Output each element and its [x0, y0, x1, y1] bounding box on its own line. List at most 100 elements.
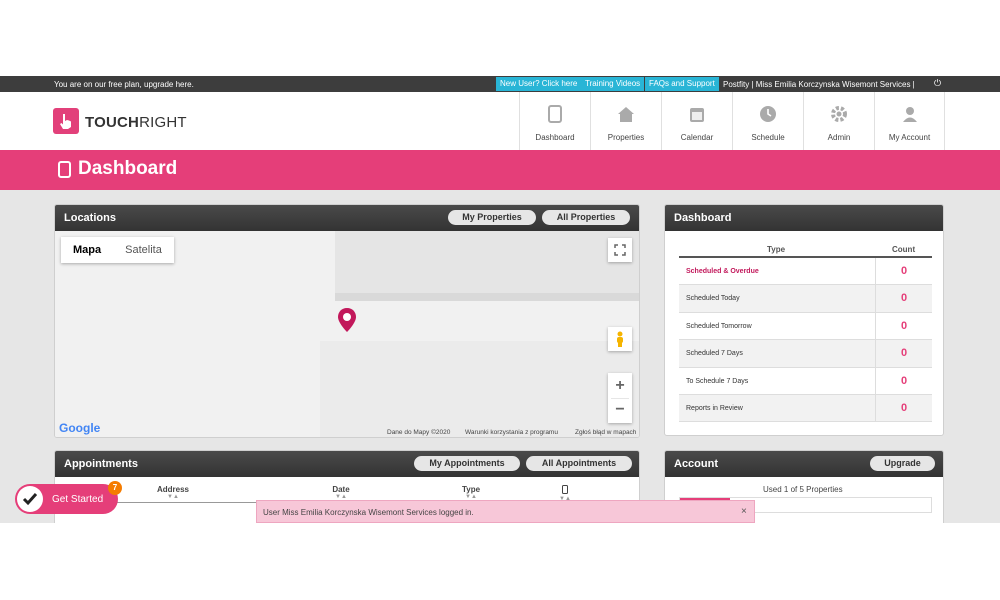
upgrade-button[interactable]: Upgrade	[870, 456, 935, 471]
map-road	[335, 293, 639, 301]
upgrade-link[interactable]: You are on our free plan, upgrade here.	[54, 80, 194, 89]
nav-label: Schedule	[751, 133, 785, 142]
row-count[interactable]: 0	[875, 367, 932, 394]
get-started-label: Get Started	[52, 494, 104, 505]
nav-label: Properties	[607, 133, 645, 142]
nav-my-account[interactable]: My Account	[874, 92, 945, 150]
col-address[interactable]: Address ▼▲	[153, 485, 193, 501]
row-type: Scheduled Tomorrow	[686, 322, 752, 330]
all-appointments-button[interactable]: All Appointments	[526, 456, 632, 471]
training-videos-button[interactable]: Training Videos	[581, 77, 645, 91]
table-row[interactable]: Scheduled & Overdue 0	[679, 258, 932, 286]
login-toast: User Miss Emilia Korczynska Wisemont Ser…	[256, 500, 755, 523]
col-count: Count	[892, 245, 916, 254]
calendar-icon	[662, 104, 732, 124]
map-terms-link[interactable]: Warunki korzystania z programu	[465, 429, 558, 436]
fullscreen-icon[interactable]	[608, 238, 632, 262]
nav-label: Admin	[827, 133, 851, 142]
locations-header: Locations My Properties All Properties	[55, 205, 639, 231]
notification-badge: 7	[108, 481, 122, 495]
nav-properties[interactable]: Properties	[590, 92, 661, 150]
street-view-icon[interactable]	[608, 327, 632, 351]
app-window: You are on our free plan, upgrade here. …	[0, 76, 1000, 523]
row-count[interactable]: 0	[875, 285, 932, 312]
appointments-header: Appointments My Appointments All Appoint…	[55, 451, 639, 477]
table-row[interactable]: Scheduled 7 Days 0	[679, 340, 932, 368]
clock-icon	[733, 104, 803, 124]
user-icon	[875, 104, 944, 124]
faq-support-button[interactable]: FAQs and Support	[645, 77, 719, 91]
table-row[interactable]: To Schedule 7 Days 0	[679, 367, 932, 395]
logo[interactable]: TOUCHRIGHT	[53, 108, 193, 136]
map-type-toggle: Mapa Satelita	[61, 237, 174, 263]
main-nav: Dashboard Properties Calendar Schedule A…	[519, 92, 945, 150]
gear-icon	[804, 104, 874, 124]
get-started-button[interactable]: Get Started 7	[15, 481, 122, 514]
account-header: Account Upgrade	[665, 451, 943, 477]
col-type: Type	[767, 245, 786, 254]
zoom-in-icon[interactable]: +	[615, 373, 624, 398]
toast-message: User Miss Emilia Korczynska Wisemont Ser…	[263, 508, 474, 517]
page-title: Dashboard	[78, 158, 178, 179]
user-info[interactable]: Postfity | Miss Emilia Korczynska Wisemo…	[723, 80, 915, 89]
tablet-icon	[562, 485, 568, 494]
map-data-credit: Dane do Mapy ©2020	[387, 429, 451, 436]
touch-hand-icon	[53, 108, 79, 134]
locations-title: Locations	[64, 212, 116, 224]
zoom-out-icon[interactable]: −	[611, 398, 629, 423]
col-type[interactable]: Type ▼▲	[451, 485, 491, 501]
col-date[interactable]: Date ▼▲	[321, 485, 361, 501]
sort-icon[interactable]: ▼▲	[153, 494, 193, 501]
top-bar: You are on our free plan, upgrade here. …	[0, 76, 1000, 92]
usage-text: Used 1 of 5 Properties	[763, 485, 843, 494]
brand-name: TOUCHRIGHT	[85, 114, 187, 131]
row-count[interactable]: 0	[875, 394, 932, 422]
nav-calendar[interactable]: Calendar	[661, 92, 732, 150]
nav-dashboard[interactable]: Dashboard	[519, 92, 590, 150]
my-properties-button[interactable]: My Properties	[448, 210, 536, 225]
map-area	[320, 341, 639, 437]
row-type: Scheduled & Overdue	[686, 268, 759, 275]
table-row[interactable]: Reports in Review 0	[679, 394, 932, 423]
tablet-icon	[58, 161, 71, 183]
nav-label: Dashboard	[535, 133, 575, 142]
all-properties-button[interactable]: All Properties	[542, 210, 630, 225]
map-area	[335, 231, 639, 293]
map-pin-icon[interactable]	[337, 307, 357, 333]
dashboard-table: Type Count Scheduled & Overdue 0 Schedule…	[679, 241, 932, 423]
my-appointments-button[interactable]: My Appointments	[414, 456, 520, 471]
locations-panel: Locations My Properties All Properties M…	[54, 204, 640, 438]
row-type: Scheduled Today	[686, 295, 740, 303]
power-icon[interactable]: ⏻	[934, 78, 941, 89]
close-icon[interactable]: ×	[741, 506, 747, 517]
map[interactable]: Mapa Satelita + − Google Dane do Mapy ©2…	[55, 231, 639, 437]
header: TOUCHRIGHT Dashboard Properties Calendar…	[0, 92, 1000, 150]
nav-admin[interactable]: Admin	[803, 92, 874, 150]
table-row[interactable]: Scheduled Tomorrow 0	[679, 312, 932, 341]
google-logo: Google	[59, 421, 101, 435]
row-type: To Schedule 7 Days	[686, 377, 749, 385]
table-header: Type Count	[679, 241, 932, 258]
row-count[interactable]: 0	[875, 312, 932, 340]
page-banner: Dashboard	[0, 150, 1000, 190]
house-icon	[591, 104, 661, 124]
dashboard-title: Dashboard	[674, 212, 732, 224]
new-user-button[interactable]: New User? Click here	[496, 77, 582, 91]
map-report-link[interactable]: Zgłoś błąd w mapach	[575, 429, 636, 436]
account-title: Account	[674, 458, 718, 470]
tablet-icon	[520, 104, 590, 124]
dashboard-panel: Dashboard Type Count Scheduled & Overdue…	[664, 204, 944, 436]
dashboard-header: Dashboard	[665, 205, 943, 231]
map-type-satellite[interactable]: Satelita	[113, 237, 174, 263]
nav-schedule[interactable]: Schedule	[732, 92, 803, 150]
nav-label: My Account	[888, 133, 931, 142]
map-type-map[interactable]: Mapa	[61, 237, 113, 263]
appointments-title: Appointments	[64, 458, 138, 470]
row-type: Scheduled 7 Days	[686, 350, 743, 358]
row-count[interactable]: 0	[875, 340, 932, 367]
table-row[interactable]: Scheduled Today 0	[679, 285, 932, 313]
row-type: Reports in Review	[686, 404, 743, 412]
table-body: Scheduled & Overdue 0 Scheduled Today 0 Sc…	[679, 258, 932, 423]
row-count[interactable]: 0	[875, 258, 932, 285]
zoom-controls: + −	[608, 373, 632, 423]
